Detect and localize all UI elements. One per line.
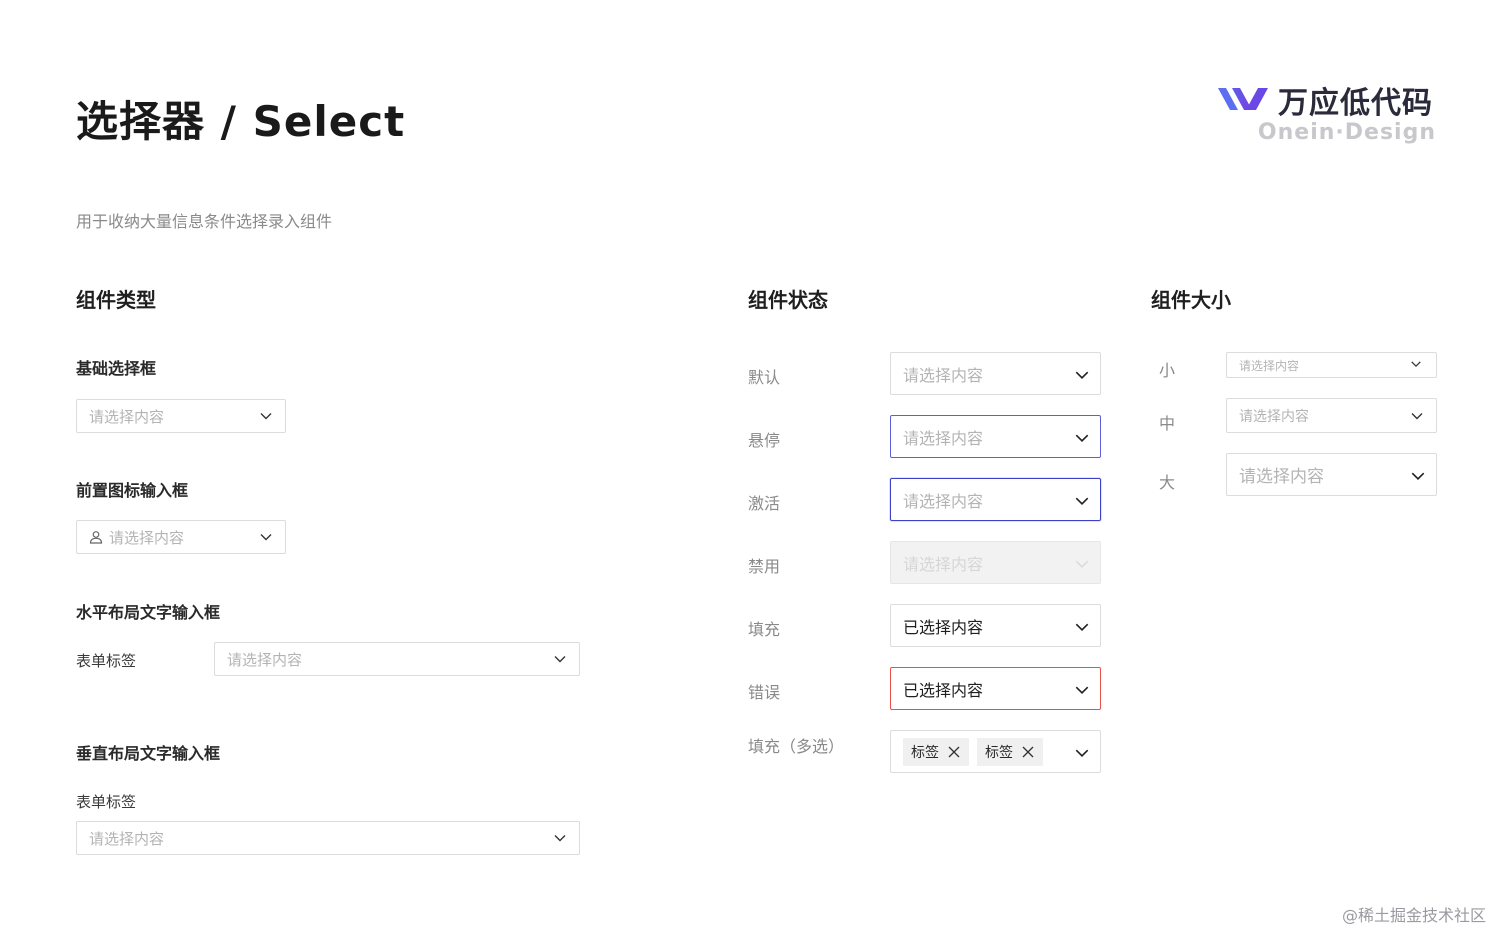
chevron-down-icon	[1074, 745, 1089, 759]
user-icon	[89, 531, 103, 544]
chevron-down-icon	[1410, 468, 1425, 482]
tag-label: 标签	[985, 744, 1013, 761]
state-label-disabled: 禁用	[748, 557, 781, 576]
state-active-select[interactable]: 请选择内容	[890, 478, 1101, 521]
page-title: 选择器 / Select	[76, 97, 406, 146]
chevron-down-icon	[259, 409, 273, 423]
prefix-icon-select-placeholder: 请选择内容	[109, 528, 185, 547]
chevron-down-icon	[1410, 358, 1424, 372]
size-large-select[interactable]: 请选择内容	[1226, 453, 1437, 496]
chevron-down-icon	[1074, 619, 1089, 633]
state-label-error: 错误	[748, 683, 781, 702]
section-title-states: 组件状态	[748, 288, 828, 312]
chevron-down-icon	[1074, 430, 1089, 444]
state-label-active: 激活	[748, 494, 781, 513]
horizontal-form-label: 表单标签	[76, 652, 137, 670]
chevron-down-icon	[1074, 493, 1089, 507]
section-title-sizes: 组件大小	[1151, 288, 1231, 312]
horizontal-select[interactable]: 请选择内容	[214, 642, 580, 676]
state-filled-select[interactable]: 已选择内容	[890, 604, 1101, 647]
vertical-select-title: 垂直布局文字输入框	[76, 744, 221, 763]
size-label-small: 小	[1159, 361, 1176, 380]
state-filled-value: 已选择内容	[903, 617, 984, 637]
state-error-value: 已选择内容	[903, 680, 984, 700]
tag-list: 标签 标签	[903, 737, 1074, 766]
size-label-medium: 中	[1159, 414, 1176, 433]
chevron-down-icon	[1074, 367, 1089, 381]
selected-tag: 标签	[903, 737, 969, 766]
selected-tag: 标签	[977, 737, 1043, 766]
tag-label: 标签	[911, 744, 939, 761]
horizontal-select-placeholder: 请选择内容	[227, 650, 303, 669]
state-label-default: 默认	[748, 368, 781, 387]
logo-subname: Onein·Design	[1257, 120, 1436, 145]
state-active-placeholder: 请选择内容	[903, 491, 984, 511]
chevron-down-icon	[553, 652, 567, 666]
state-label-filled: 填充	[748, 620, 781, 639]
logo-name: 万应低代码	[1278, 86, 1433, 121]
state-disabled-placeholder: 请选择内容	[903, 554, 984, 574]
vertical-select[interactable]: 请选择内容	[76, 821, 580, 855]
close-icon[interactable]	[1021, 745, 1035, 759]
horizontal-select-title: 水平布局文字输入框	[76, 603, 221, 622]
prefix-icon-select-title: 前置图标输入框	[76, 481, 189, 500]
chevron-down-icon	[1074, 682, 1089, 696]
prefix-icon-select[interactable]: 请选择内容	[76, 520, 286, 554]
size-small-placeholder: 请选择内容	[1239, 358, 1300, 373]
state-label-hover: 悬停	[748, 431, 781, 450]
state-multi-select[interactable]: 标签 标签	[890, 730, 1101, 773]
state-hover-select[interactable]: 请选择内容	[890, 415, 1101, 458]
basic-select-title: 基础选择框	[76, 359, 157, 378]
size-medium-select[interactable]: 请选择内容	[1226, 398, 1437, 433]
section-title-types: 组件类型	[76, 288, 156, 312]
basic-select-placeholder: 请选择内容	[89, 407, 165, 426]
state-error-select[interactable]: 已选择内容	[890, 667, 1101, 710]
size-label-large: 大	[1159, 473, 1176, 492]
page-subtitle: 用于收纳大量信息条件选择录入组件	[76, 212, 333, 231]
close-icon[interactable]	[947, 745, 961, 759]
size-medium-placeholder: 请选择内容	[1239, 408, 1309, 425]
state-default-placeholder: 请选择内容	[903, 365, 984, 385]
basic-select[interactable]: 请选择内容	[76, 399, 286, 433]
state-default-select[interactable]: 请选择内容	[890, 352, 1101, 395]
state-label-multi: 填充（多选）	[748, 737, 845, 756]
chevron-down-icon	[553, 831, 567, 845]
state-disabled-select: 请选择内容	[890, 541, 1101, 584]
chevron-down-icon	[259, 530, 273, 544]
size-large-placeholder: 请选择内容	[1239, 467, 1324, 487]
vertical-select-placeholder: 请选择内容	[89, 829, 165, 848]
size-small-select[interactable]: 请选择内容	[1226, 352, 1437, 378]
chevron-down-icon	[1074, 556, 1089, 570]
state-hover-placeholder: 请选择内容	[903, 428, 984, 448]
vertical-form-label: 表单标签	[76, 793, 137, 811]
chevron-down-icon	[1410, 409, 1424, 423]
logo-mark-icon	[1218, 88, 1268, 110]
watermark: @稀土掘金技术社区	[1341, 906, 1486, 925]
brand-logo: 万应低代码 Onein·Design	[1216, 78, 1436, 150]
